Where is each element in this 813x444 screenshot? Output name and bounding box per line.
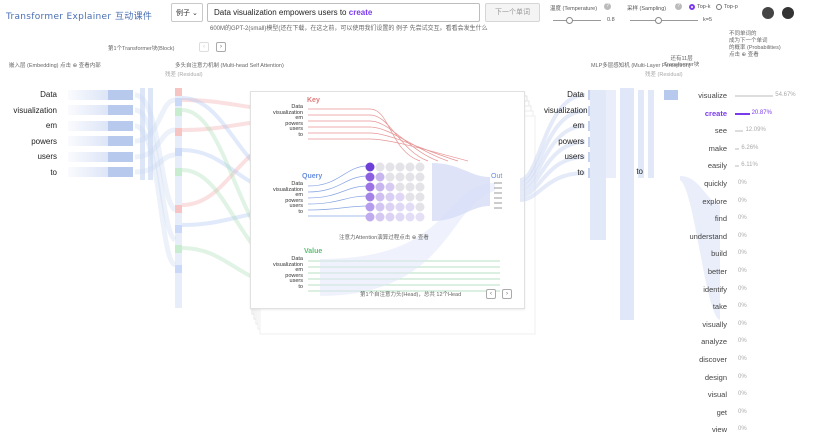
output-word: easily: [707, 161, 727, 171]
output-word: visualize: [698, 91, 727, 100]
key-label: Key: [307, 97, 320, 104]
prev-head-button[interactable]: ‹: [486, 289, 496, 299]
token-label: Data: [40, 90, 57, 99]
output-probability: 6.26%: [741, 144, 759, 151]
output-probability: 6.11%: [741, 162, 758, 169]
output-probability: 0%: [738, 373, 747, 380]
attention-matrix: [365, 162, 425, 222]
token-label: visualization: [13, 105, 57, 115]
token-label: powers: [31, 136, 57, 146]
output-word: better: [707, 266, 727, 276]
output-word: design: [704, 372, 727, 382]
output-probability: 0%: [738, 250, 747, 257]
output-word: understand: [689, 231, 727, 241]
mlp-tokens: Data visualization em powers users to: [544, 90, 588, 177]
output-word: build: [711, 249, 727, 259]
output-probability: 0%: [738, 338, 747, 345]
output-probability: 0%: [738, 426, 747, 433]
query-label: Query: [302, 173, 323, 180]
output-word: see: [714, 126, 727, 136]
next-head-button[interactable]: ›: [502, 289, 512, 299]
out-label: Out: [491, 173, 503, 180]
output-probability: 12.09%: [745, 127, 766, 134]
output-word: take: [712, 302, 727, 312]
head-info: 第1个自注意力头(Head)，总共 12个Head: [360, 292, 462, 298]
output-probability: 54.67%: [775, 92, 796, 98]
value-tokens: Data visualization em powers users to: [273, 256, 303, 290]
value-label: Value: [304, 248, 323, 255]
output-word: discover: [699, 354, 727, 364]
output-probability: 0%: [738, 267, 747, 274]
probability-bar: [735, 147, 740, 150]
output-probability: 0%: [738, 355, 747, 362]
output-probability: 0%: [738, 320, 747, 327]
output-probability: 0%: [738, 391, 747, 398]
output-probability: 0%: [738, 408, 747, 415]
output-word: find: [714, 214, 727, 224]
output-word: view: [711, 425, 727, 435]
zoom-icon[interactable]: ⊕: [412, 235, 417, 241]
query-tokens: Data visualization em powers users to: [273, 181, 303, 215]
embedding-bars: [68, 90, 133, 177]
probability-bar: [735, 112, 750, 115]
output-word: visual: [707, 390, 727, 400]
last-token: to: [636, 167, 643, 176]
token-label: users: [37, 152, 57, 161]
output-probability: 0%: [738, 303, 747, 310]
output-word: make: [708, 143, 727, 153]
token-label: em: [45, 121, 57, 130]
token-label: to: [50, 167, 57, 177]
output-word: visually: [702, 319, 727, 329]
probability-bar: [735, 130, 744, 133]
output-probability: 20.87%: [751, 109, 772, 116]
output-word: identify: [703, 284, 727, 294]
output-word: get: [716, 407, 727, 417]
output-probability: 0%: [738, 215, 747, 222]
output-word: quickly: [704, 178, 727, 188]
probability-bar: [735, 95, 774, 97]
probability-bar: [735, 165, 740, 168]
output-probability: 0%: [738, 197, 747, 204]
key-tokens: Data visualization em powers users to: [273, 104, 303, 138]
output-probability: 0%: [738, 232, 747, 239]
output-word: analyze: [701, 337, 727, 347]
input-tokens: Data visualization em powers users to: [2, 90, 57, 183]
attention-hint: 注意力Attention演算过程点击 ⊕ 查看: [339, 235, 429, 241]
output-word: explore: [702, 196, 727, 206]
output-probability: 0%: [738, 285, 747, 292]
output-word: create: [704, 108, 727, 118]
output-probability: 0%: [738, 179, 747, 186]
